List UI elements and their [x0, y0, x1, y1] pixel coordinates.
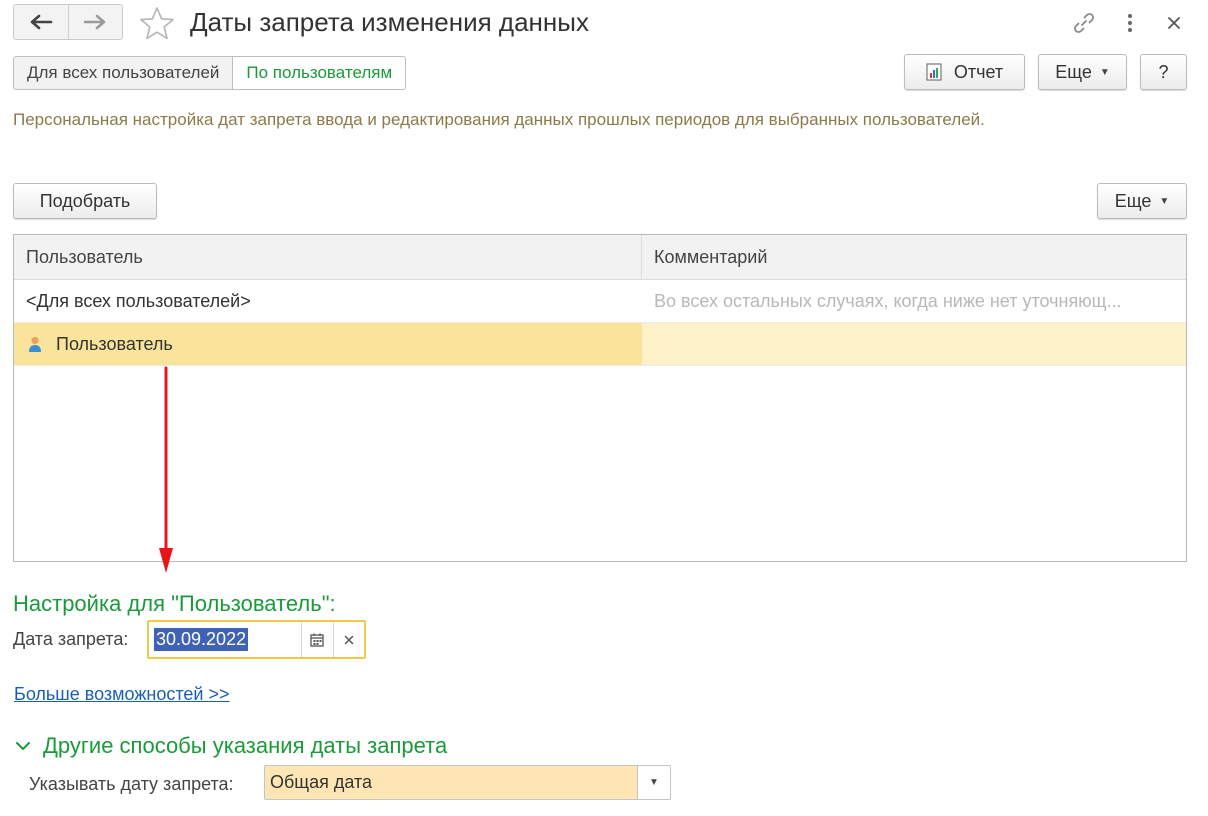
other-methods-group-header[interactable]: Другие способы указания даты запрета: [15, 733, 447, 759]
help-button[interactable]: ?: [1140, 54, 1187, 90]
caret-down-icon: ▼: [649, 777, 659, 788]
column-header-user[interactable]: Пользователь: [14, 235, 642, 279]
by-users-toggle[interactable]: По пользователям: [233, 56, 407, 90]
more-button-list[interactable]: Еще ▼: [1097, 183, 1187, 219]
more-label-top: Еще: [1055, 61, 1092, 82]
annotation-arrow-icon: [156, 366, 176, 581]
report-label: Отчет: [953, 61, 1004, 82]
caret-down-icon: ▼: [1159, 195, 1170, 207]
page-title: Даты запрета изменения данных: [190, 7, 589, 37]
pick-button[interactable]: Подобрать: [13, 183, 157, 219]
help-label: ?: [1158, 61, 1169, 82]
caret-down-icon: ▼: [1099, 66, 1110, 78]
close-icon[interactable]: [1161, 10, 1187, 36]
table-row-selected[interactable]: Пользователь: [14, 323, 1186, 366]
date-label: Дата запрета:: [13, 629, 129, 649]
arrow-left-icon: [30, 14, 53, 30]
cell-user-label: Пользователь: [56, 333, 173, 354]
all-users-toggle[interactable]: Для всех пользователей: [13, 56, 234, 90]
date-field[interactable]: 30.09.2022: [147, 620, 366, 659]
arrow-right-icon: [83, 14, 106, 30]
clear-button[interactable]: [332, 622, 364, 657]
kebab-menu-icon[interactable]: [1117, 10, 1143, 36]
report-button[interactable]: Отчет: [904, 54, 1025, 90]
specify-date-value[interactable]: Общая дата: [265, 766, 637, 799]
clear-icon: [344, 635, 354, 644]
more-button-top[interactable]: Еще ▼: [1038, 54, 1127, 90]
mode-toggle: Для всех пользователей По пользователям: [13, 56, 407, 90]
description-text: Персональная настройка дат запрета ввода…: [13, 110, 985, 129]
specify-date-label: Указывать дату запрета:: [29, 774, 234, 794]
back-button[interactable]: [14, 5, 68, 39]
calendar-icon: [310, 633, 325, 647]
report-icon: [926, 63, 942, 81]
user-icon: [26, 335, 44, 353]
cell-user: <Для всех пользователей>: [26, 290, 251, 311]
more-options-link[interactable]: Больше возможностей >>: [14, 684, 230, 705]
chevron-down-icon: [15, 741, 31, 751]
table-row[interactable]: <Для всех пользователей> Во всех остальн…: [14, 280, 1186, 323]
specify-date-select[interactable]: Общая дата ▼: [264, 765, 671, 800]
more-label-list: Еще: [1114, 190, 1152, 211]
date-input[interactable]: 30.09.2022: [149, 622, 301, 657]
other-methods-title: Другие способы указания даты запрета: [43, 733, 448, 758]
cell-comment: Во всех остальных случаях, когда ниже не…: [654, 290, 1122, 311]
cell-comment: [642, 323, 1186, 365]
link-icon[interactable]: [1071, 10, 1097, 36]
dropdown-button[interactable]: ▼: [637, 766, 670, 799]
date-value: 30.09.2022: [154, 628, 249, 651]
pick-label: Подобрать: [39, 190, 131, 211]
table-header: Пользователь Комментарий: [14, 235, 1186, 280]
settings-title: Настройка для "Пользователь":: [13, 591, 336, 616]
navigation-buttons: [13, 4, 123, 40]
column-header-comment[interactable]: Комментарий: [642, 235, 1186, 279]
cell-user: Пользователь: [14, 323, 642, 365]
calendar-button[interactable]: [301, 622, 332, 657]
users-table: Пользователь Комментарий <Для всех польз…: [13, 234, 1187, 562]
favorite-star-icon[interactable]: [139, 6, 175, 45]
forward-button[interactable]: [67, 5, 123, 39]
